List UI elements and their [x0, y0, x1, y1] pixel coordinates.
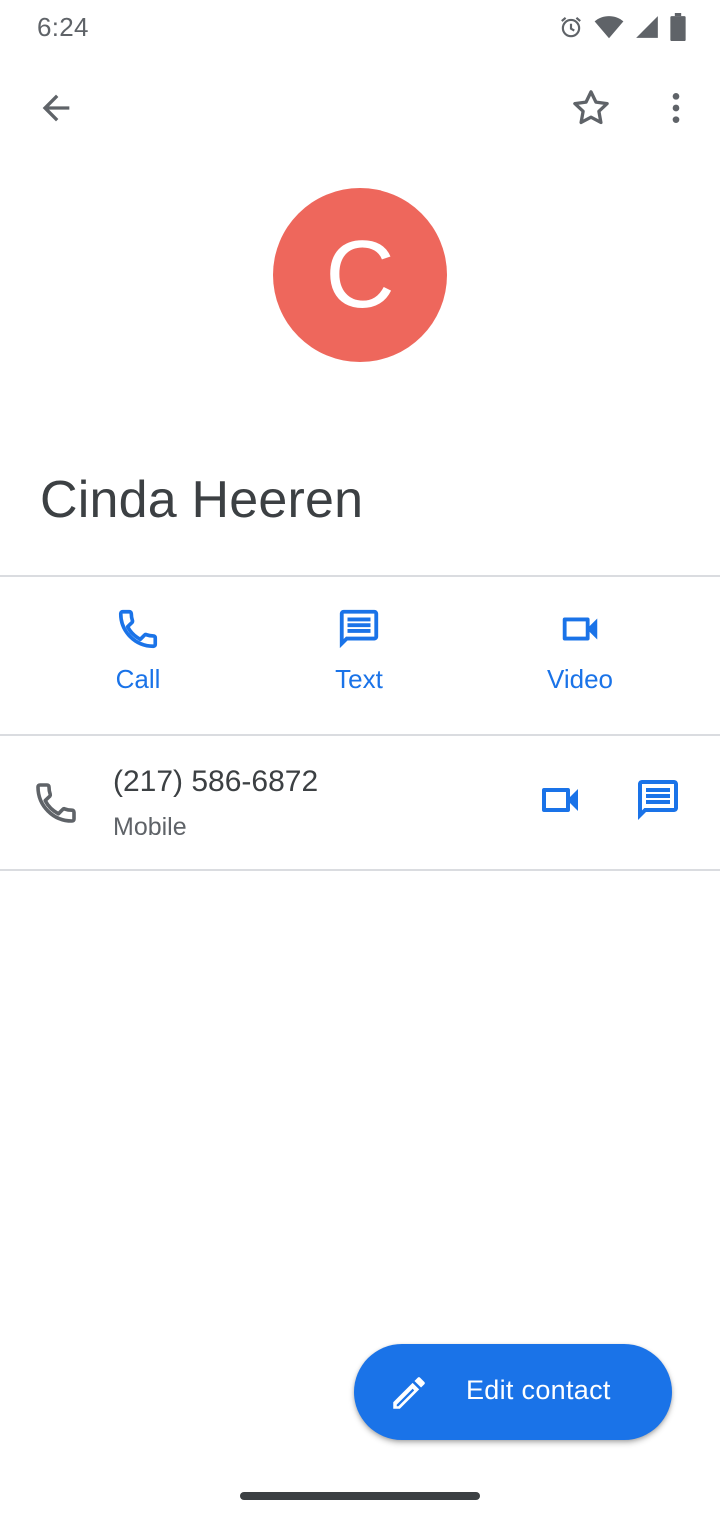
phone-icon [32, 779, 80, 832]
message-icon [336, 606, 382, 657]
more-options-button[interactable] [648, 82, 704, 138]
phone-entry-row[interactable]: (217) 586-6872 Mobile [0, 737, 720, 869]
gesture-nav-handle[interactable] [240, 1492, 480, 1500]
video-label: Video [546, 664, 614, 694]
avatar: C [273, 188, 447, 362]
alarm-icon [558, 14, 584, 40]
status-time: 6:24 [37, 12, 89, 42]
message-icon [634, 776, 682, 829]
text-button[interactable]: Text [279, 608, 439, 708]
status-icons [558, 12, 686, 42]
back-button[interactable] [28, 82, 84, 138]
call-label: Call [115, 664, 161, 694]
divider [0, 869, 720, 871]
pencil-icon [388, 1372, 430, 1419]
divider [0, 734, 720, 736]
text-label: Text [335, 664, 383, 694]
quick-actions: Call Text Video [0, 578, 720, 734]
star-outline-icon [569, 86, 613, 135]
status-bar: 6:24 [0, 0, 720, 54]
phone-type: Mobile [113, 813, 187, 841]
avatar-initial: C [325, 221, 395, 328]
divider [0, 575, 720, 577]
more-vert-icon [656, 88, 696, 133]
video-button[interactable]: Video [500, 608, 660, 708]
contact-name: Cinda Heeren [40, 471, 364, 529]
signal-icon [634, 14, 660, 40]
battery-icon [670, 13, 686, 41]
phone-number: (217) 586-6872 [113, 765, 319, 798]
wifi-icon [594, 14, 624, 40]
send-message-button[interactable] [628, 777, 688, 827]
edit-contact-button[interactable]: Edit contact [354, 1344, 672, 1440]
edit-contact-label: Edit contact [466, 1375, 611, 1405]
video-call-button[interactable] [530, 777, 590, 827]
videocam-icon [557, 606, 603, 657]
call-button[interactable]: Call [58, 608, 218, 708]
arrow-back-icon [36, 88, 76, 133]
videocam-icon [536, 776, 584, 829]
app-bar [0, 70, 720, 150]
favorite-button[interactable] [563, 82, 619, 138]
phone-icon [115, 606, 161, 657]
